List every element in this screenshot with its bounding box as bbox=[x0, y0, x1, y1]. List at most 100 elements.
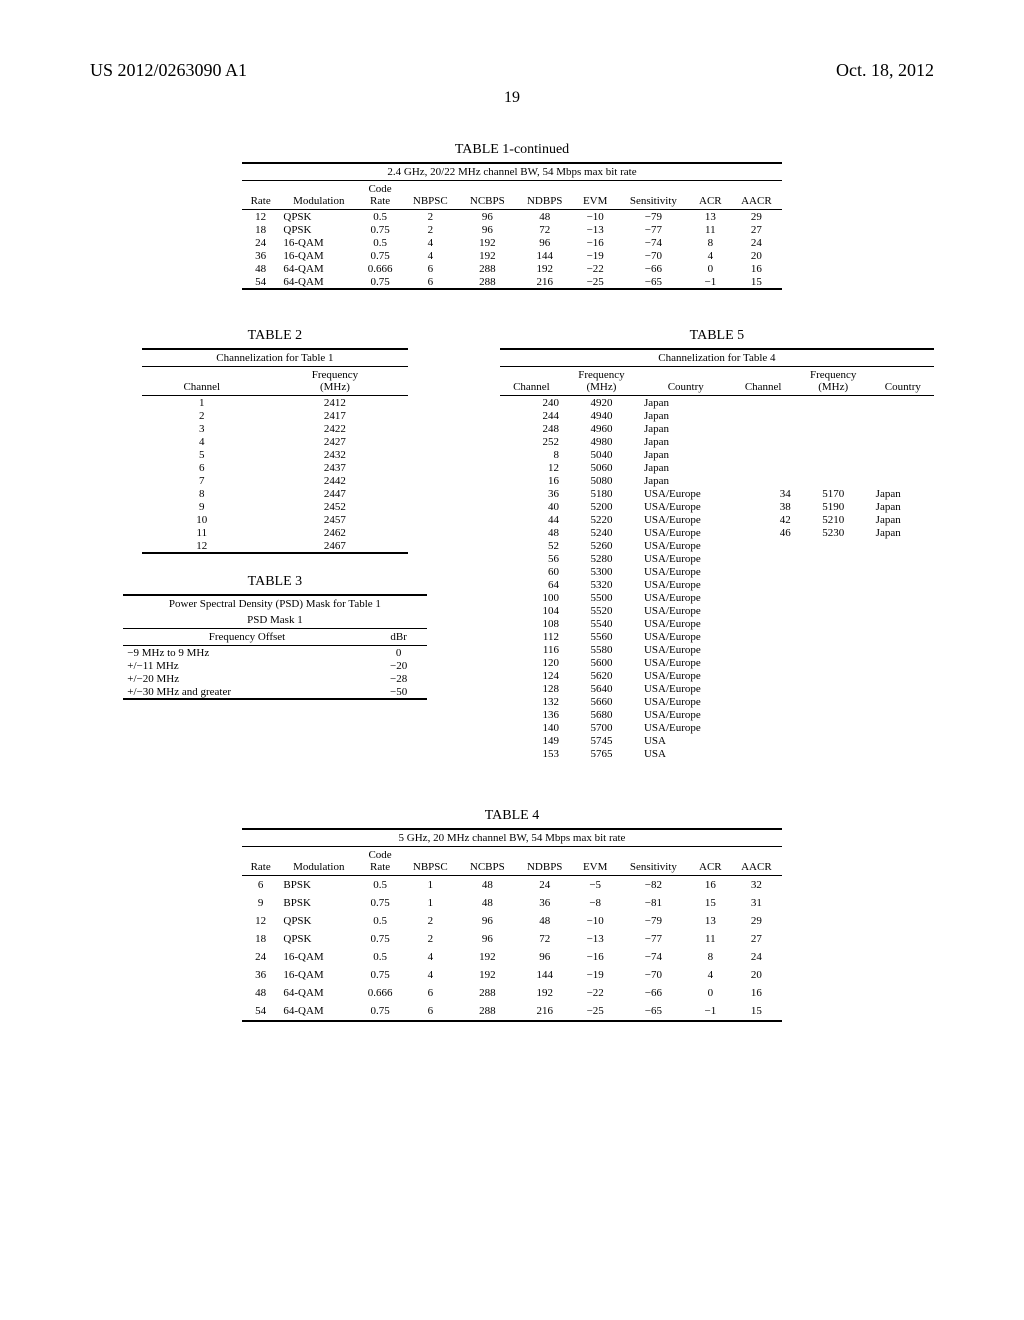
cell: 5060 bbox=[563, 461, 640, 474]
cell: 11 bbox=[690, 223, 731, 236]
cell: USA/Europe bbox=[640, 721, 732, 734]
cell: 56 bbox=[500, 552, 563, 565]
cell: 2467 bbox=[262, 539, 408, 552]
table-row: 3616-QAM0.754192144−19−70420 bbox=[242, 249, 782, 262]
cell: −74 bbox=[617, 948, 690, 966]
cell: 1 bbox=[142, 396, 262, 410]
cell: 52 bbox=[500, 539, 563, 552]
cell: 5600 bbox=[563, 656, 640, 669]
cell: −28 bbox=[371, 672, 427, 685]
cell: −66 bbox=[617, 984, 690, 1002]
table-row: 1165580USA/Europe bbox=[500, 643, 934, 656]
cell: −25 bbox=[574, 1002, 617, 1020]
table-2: TABLE 2 Channelization for Table 1 Chann… bbox=[142, 328, 408, 554]
cell: 136 bbox=[500, 708, 563, 721]
cell: 5040 bbox=[563, 448, 640, 461]
table-row: 62437 bbox=[142, 461, 408, 474]
cell: 288 bbox=[459, 984, 516, 1002]
cell: −9 MHz to 9 MHz bbox=[123, 646, 370, 660]
cell bbox=[872, 656, 934, 669]
cell bbox=[795, 682, 872, 695]
table-row: 1005500USA/Europe bbox=[500, 591, 934, 604]
table-row: 565280USA/Europe bbox=[500, 552, 934, 565]
cell: USA/Europe bbox=[640, 578, 732, 591]
table-row: 1245620USA/Europe bbox=[500, 669, 934, 682]
cell bbox=[732, 617, 795, 630]
cell: −19 bbox=[574, 966, 617, 984]
cell: 2417 bbox=[262, 409, 408, 422]
cell bbox=[872, 461, 934, 474]
cell: 1 bbox=[402, 894, 459, 912]
table-row: 22417 bbox=[142, 409, 408, 422]
cell: 0 bbox=[690, 262, 731, 275]
cell: 31 bbox=[731, 894, 782, 912]
table-row: 1045520USA/Europe bbox=[500, 604, 934, 617]
cell: 8 bbox=[690, 948, 731, 966]
cell: −10 bbox=[574, 912, 617, 930]
cell: +/−11 MHz bbox=[123, 659, 370, 672]
cell: 2 bbox=[402, 930, 459, 948]
cell: 12 bbox=[142, 539, 262, 552]
cell bbox=[732, 461, 795, 474]
cell: −22 bbox=[574, 262, 617, 275]
cell: Japan bbox=[640, 435, 732, 448]
col-header: ACR bbox=[690, 847, 731, 876]
cell: Japan bbox=[640, 448, 732, 461]
cell: 192 bbox=[459, 249, 516, 262]
cell bbox=[872, 552, 934, 565]
table-row: 1535765USA bbox=[500, 747, 934, 760]
cell bbox=[795, 409, 872, 422]
two-column-area: TABLE 2 Channelization for Table 1 Chann… bbox=[90, 320, 934, 778]
cell bbox=[795, 617, 872, 630]
cell: USA/Europe bbox=[640, 656, 732, 669]
cell bbox=[795, 708, 872, 721]
cell: 36 bbox=[516, 894, 574, 912]
cell: 72 bbox=[516, 930, 574, 948]
col-header: Modulation bbox=[279, 847, 358, 876]
cell bbox=[795, 591, 872, 604]
cell: 29 bbox=[731, 210, 782, 224]
cell bbox=[872, 643, 934, 656]
table-row: 2444940Japan bbox=[500, 409, 934, 422]
table-row: 85040Japan bbox=[500, 448, 934, 461]
cell bbox=[872, 422, 934, 435]
table-row: 32422 bbox=[142, 422, 408, 435]
cell: 216 bbox=[516, 275, 574, 288]
cell: 15 bbox=[731, 1002, 782, 1020]
cell: QPSK bbox=[279, 210, 358, 224]
cell: Japan bbox=[872, 526, 934, 539]
cell: 16-QAM bbox=[279, 966, 358, 984]
col-header: Frequency Offset bbox=[123, 629, 370, 646]
cell: 54 bbox=[242, 275, 279, 288]
cell bbox=[732, 669, 795, 682]
table-row: 92452 bbox=[142, 500, 408, 513]
cell bbox=[795, 461, 872, 474]
table-row: 6BPSK0.514824−5−821632 bbox=[242, 876, 782, 895]
table-row: 112462 bbox=[142, 526, 408, 539]
table-row: 42427 bbox=[142, 435, 408, 448]
table-subtitle: Power Spectral Density (PSD) Mask for Ta… bbox=[123, 596, 426, 612]
cell: 288 bbox=[459, 262, 516, 275]
cell: 132 bbox=[500, 695, 563, 708]
table-row: 2484960Japan bbox=[500, 422, 934, 435]
cell: 6 bbox=[402, 984, 459, 1002]
cell: 96 bbox=[516, 236, 574, 249]
cell: USA/Europe bbox=[640, 617, 732, 630]
cell: USA/Europe bbox=[640, 604, 732, 617]
cell: 4 bbox=[402, 236, 459, 249]
table-row: 485240USA/Europe465230Japan bbox=[500, 526, 934, 539]
cell: 0.666 bbox=[358, 262, 402, 275]
cell: Japan bbox=[640, 461, 732, 474]
cell: 24 bbox=[242, 236, 279, 249]
cell: 8 bbox=[500, 448, 563, 461]
cell: 5765 bbox=[563, 747, 640, 760]
cell: 64-QAM bbox=[279, 275, 358, 288]
cell: 288 bbox=[459, 1002, 516, 1020]
cell: USA/Europe bbox=[640, 591, 732, 604]
col-header: NCBPS bbox=[459, 847, 516, 876]
cell: 16 bbox=[731, 984, 782, 1002]
cell: 6 bbox=[402, 262, 459, 275]
cell: 2 bbox=[402, 210, 459, 224]
table-row: 125060Japan bbox=[500, 461, 934, 474]
cell: USA/Europe bbox=[640, 695, 732, 708]
